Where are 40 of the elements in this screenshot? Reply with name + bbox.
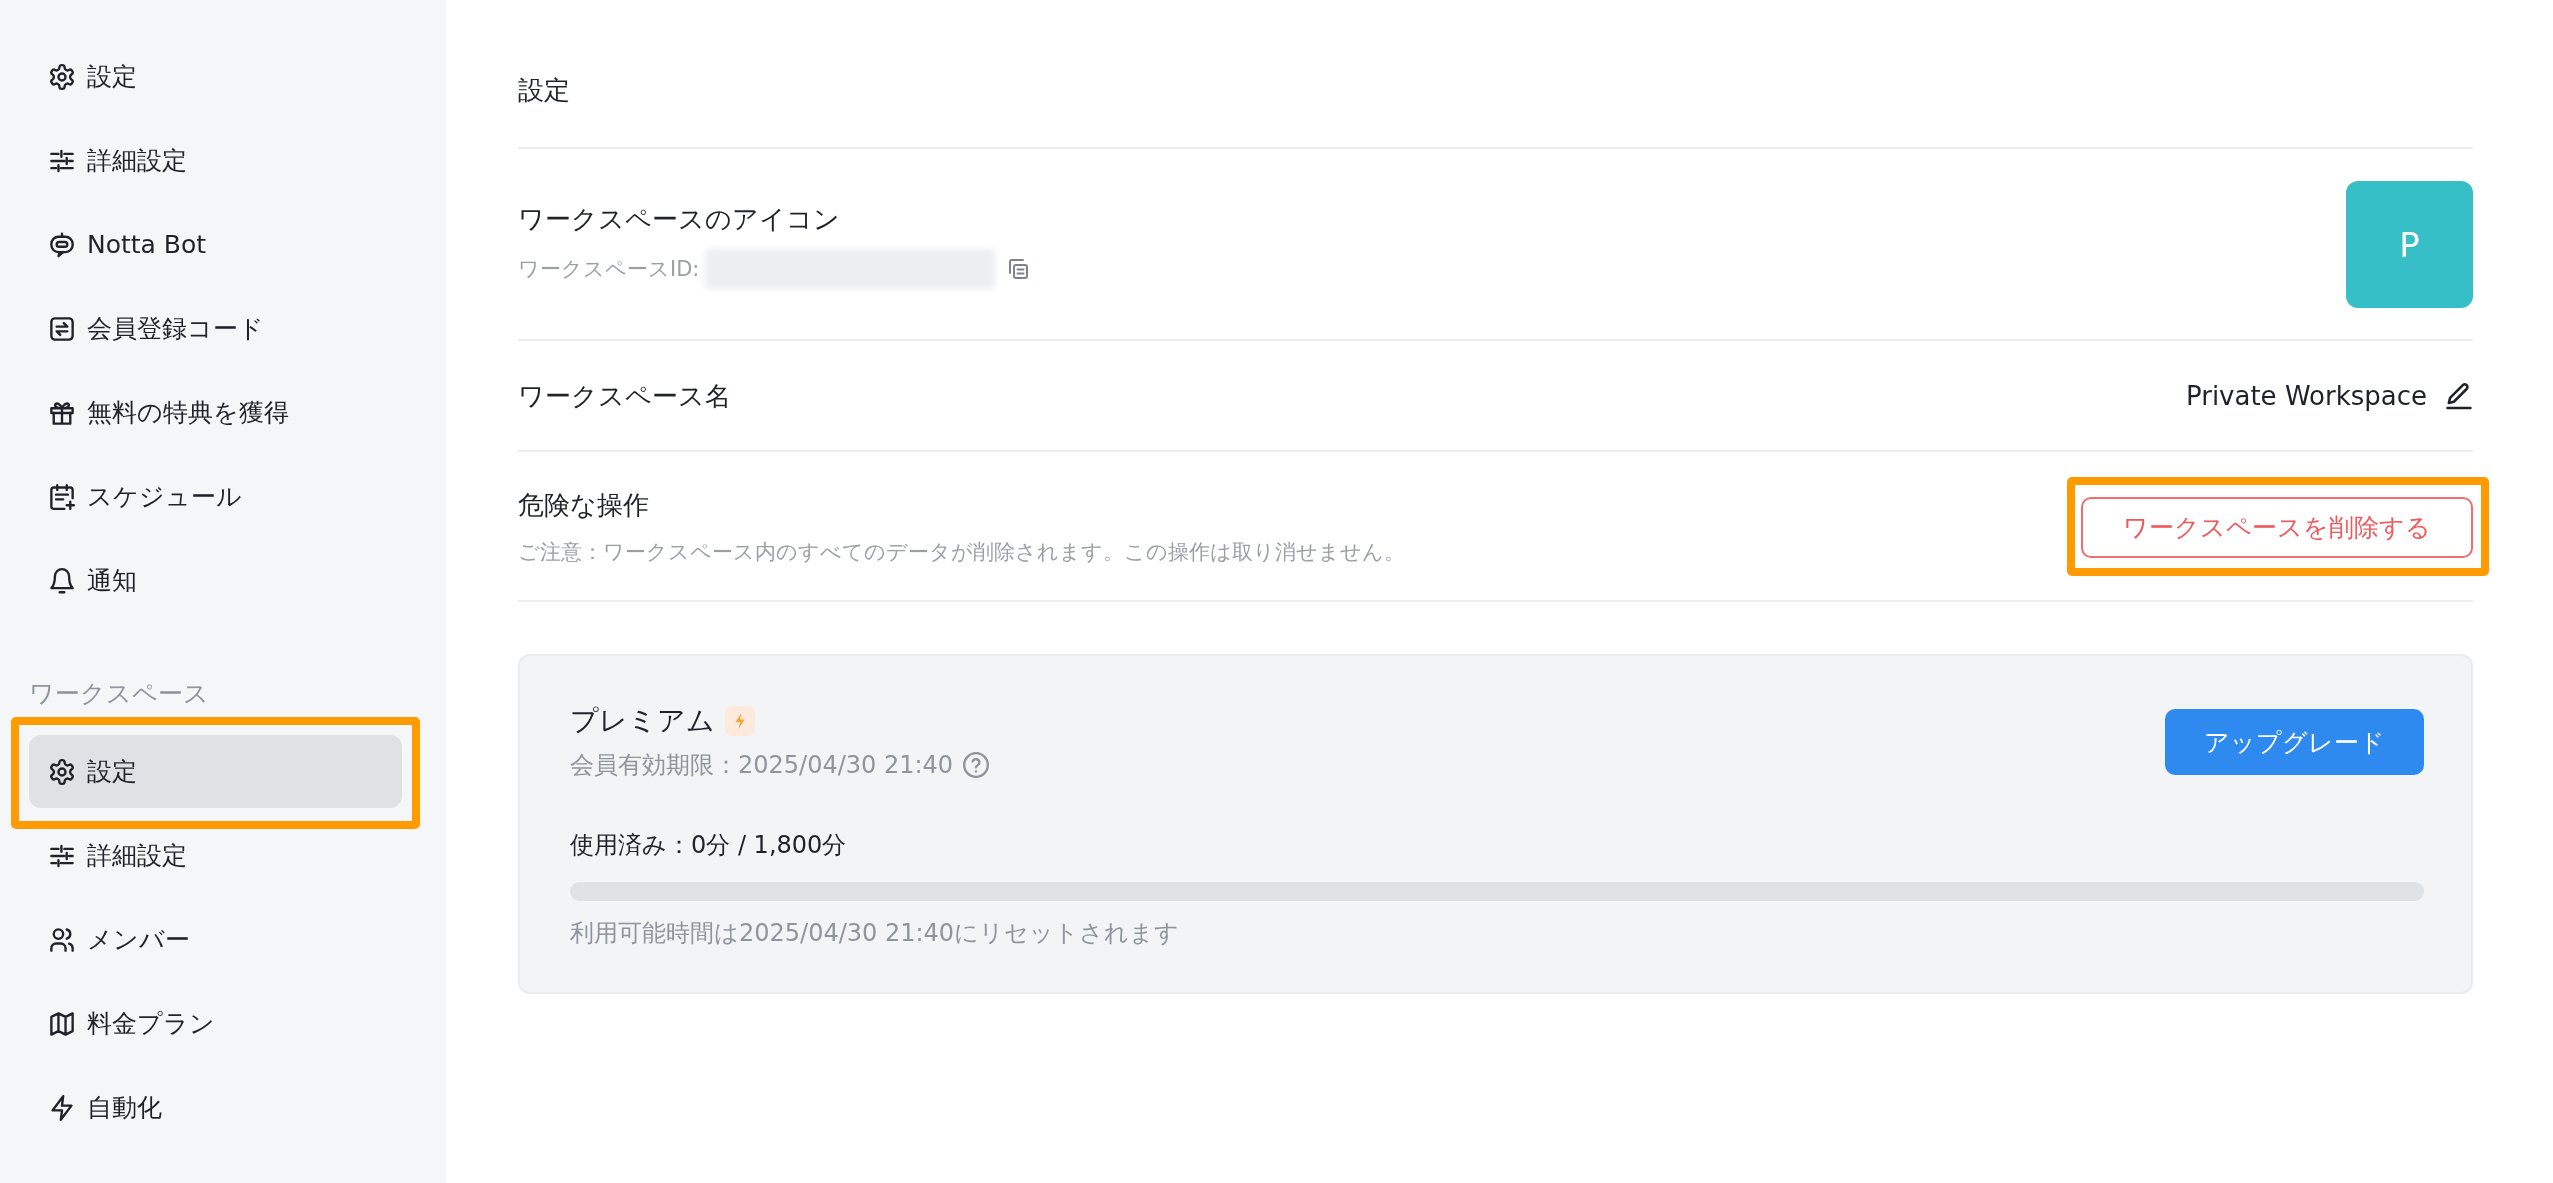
bell-icon [49, 567, 75, 594]
plan-name: プレミアム [570, 703, 715, 739]
sidebar-item[interactable]: 設定 [29, 735, 402, 808]
sidebar-item[interactable]: 無料の特典を獲得 [29, 376, 402, 449]
sidebar-item[interactable]: Notta Bot [29, 208, 402, 281]
expiry-date: 会員有効期限：2025/04/30 21:40 [570, 750, 954, 781]
workspace-id-label: ワークスペースID: [518, 255, 700, 283]
sliders-icon [49, 147, 75, 174]
edit-icon[interactable] [2445, 382, 2473, 410]
sliders-icon [49, 842, 75, 869]
gift-icon [49, 399, 75, 426]
section-label: ワークスペース [29, 678, 209, 710]
calendar-plus-icon [49, 483, 75, 510]
setting-label: 危険な操作 [518, 489, 649, 522]
lightning-icon [49, 1094, 75, 1121]
workspace-name: Private Workspace [2185, 380, 2427, 413]
page-title: 設定 [518, 74, 570, 107]
users-icon [49, 926, 75, 953]
sidebar-item[interactable]: 設定 [29, 40, 402, 113]
sidebar-item[interactable]: メンバー [29, 903, 402, 976]
sidebar-item[interactable]: 詳細設定 [29, 124, 402, 197]
map-icon [49, 1010, 75, 1037]
warning-text: ご注意：ワークスペース内のすべてのデータが削除されます。この操作は取り消せません。 [518, 539, 1405, 566]
sidebar-item[interactable]: 通知 [29, 544, 402, 617]
help-icon[interactable] [963, 752, 990, 778]
sidebar-item[interactable]: 会員登録コード [29, 292, 402, 365]
setting-label: ワークスペースのアイコン [518, 202, 840, 236]
gear-icon [49, 758, 75, 785]
sidebar-item[interactable]: 料金プラン [29, 987, 402, 1060]
usage-text: 使用済み：0分 / 1,800分 [570, 830, 848, 861]
sidebar-item[interactable]: 自動化 [29, 1071, 402, 1144]
copy-icon[interactable] [1007, 257, 1030, 280]
gear-icon [49, 63, 75, 90]
sidebar-item[interactable]: スケジュール [29, 460, 402, 533]
exchange-icon [49, 315, 75, 342]
setting-label: ワークスペース名 [518, 380, 731, 413]
lightning-badge-icon [725, 706, 755, 736]
reset-note: 利用可能時間は2025/04/30 21:40にリセットされます [570, 918, 1181, 949]
sidebar-item[interactable]: 詳細設定 [29, 819, 402, 892]
robot-icon [49, 231, 75, 258]
